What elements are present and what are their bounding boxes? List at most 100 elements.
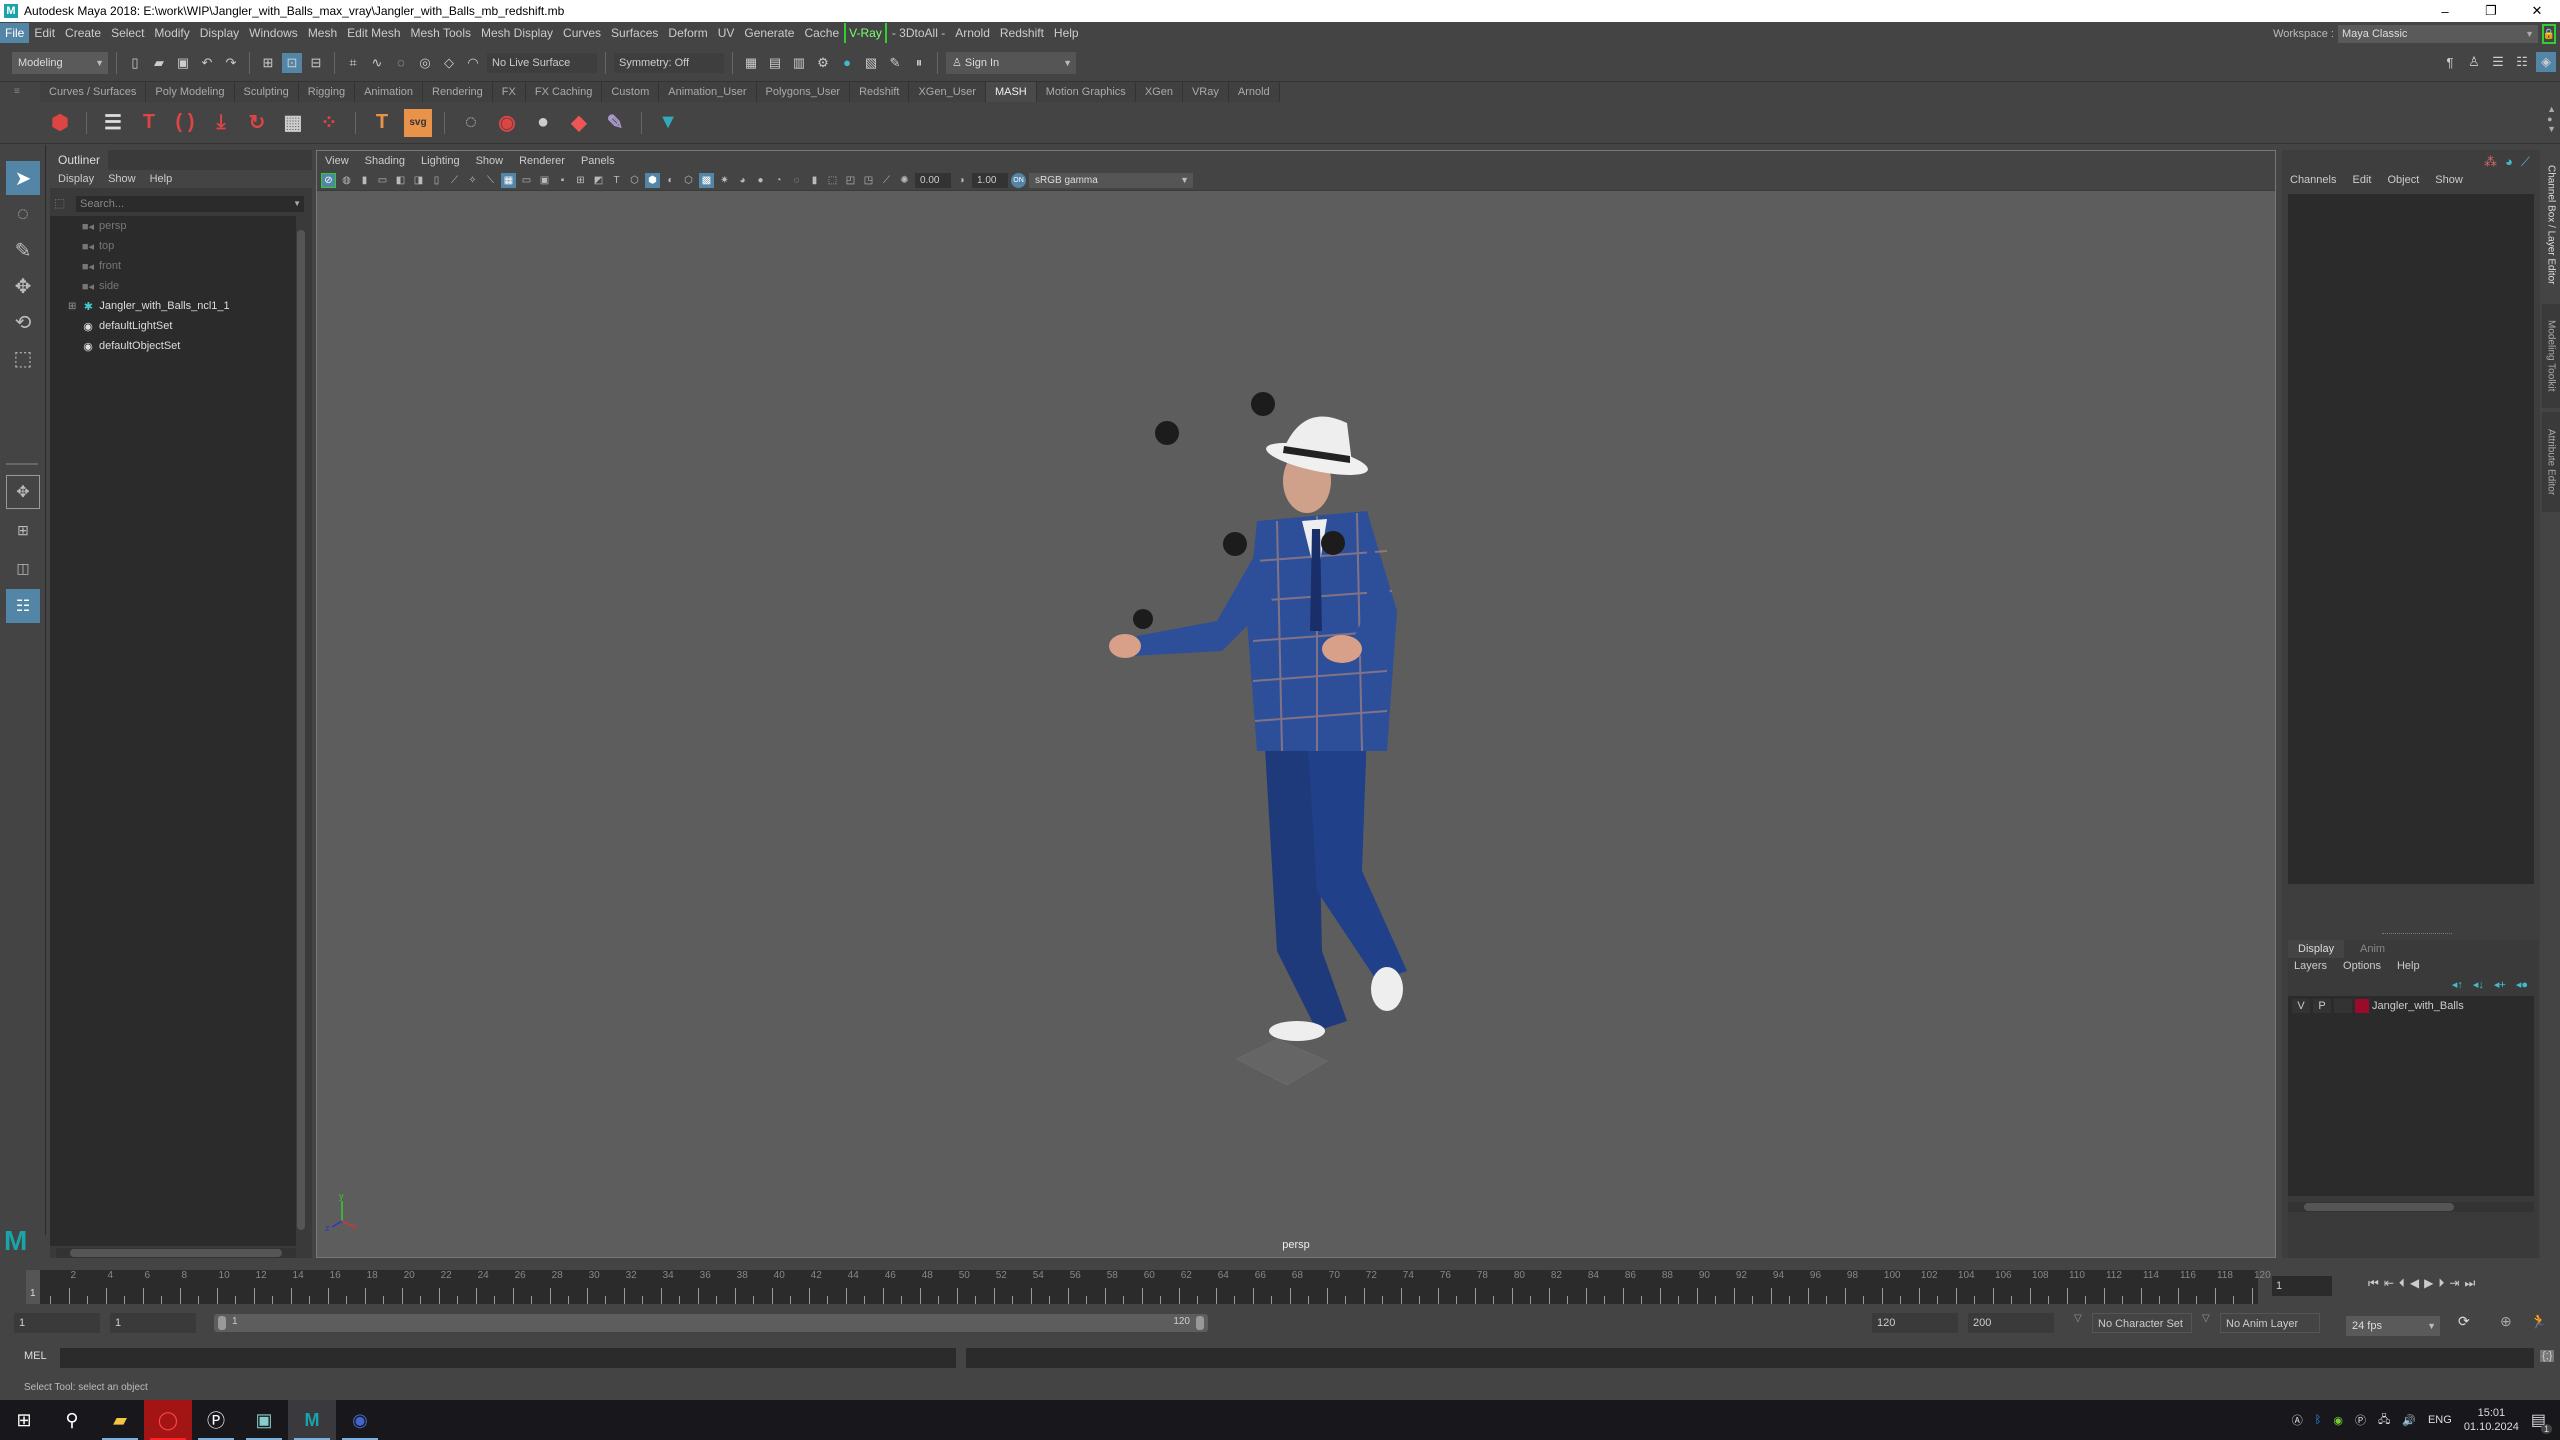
mash-sphere-icon[interactable]: ●	[529, 109, 557, 137]
camera-attributes-icon[interactable]: ◍	[339, 173, 354, 188]
taskbar-opera[interactable]: ◯	[144, 1400, 192, 1440]
anim-layer-dropdown[interactable]: No Anim Layer	[2220, 1313, 2320, 1333]
resolution-gate-icon[interactable]: ⟋	[447, 173, 462, 188]
side-tab-attribute-editor[interactable]: Attribute Editor	[2542, 412, 2560, 512]
layer-visibility-toggle[interactable]: V	[2292, 999, 2310, 1013]
menu-edit[interactable]: Edit	[29, 23, 60, 43]
mash-network-icon[interactable]: ⬢	[46, 109, 74, 137]
texture-icon[interactable]: T	[609, 173, 624, 188]
menu-mesh-display[interactable]: Mesh Display	[476, 23, 558, 43]
textured-icon[interactable]: ▩	[699, 173, 714, 188]
shelf-tab-sculpting[interactable]: Sculpting	[234, 82, 299, 102]
pan-zoom-icon[interactable]: ⊞	[573, 173, 588, 188]
mash-text-icon[interactable]: T	[135, 109, 163, 137]
single-perspective-view-icon[interactable]: ✥	[6, 475, 40, 509]
xray-joints-icon[interactable]: ◩	[591, 173, 606, 188]
save-scene-icon[interactable]: ▣	[173, 53, 193, 73]
menu-curves[interactable]: Curves	[558, 23, 606, 43]
new-layer-icon[interactable]: ◂+	[2494, 978, 2506, 991]
minimize-button[interactable]: –	[2422, 0, 2468, 22]
shelf-menu-icon[interactable]: ≡	[14, 86, 20, 97]
splitter-handle[interactable]	[2382, 933, 2452, 935]
xray-icon[interactable]: ◰	[843, 173, 858, 188]
smooth-shade-icon[interactable]: ⬢	[645, 173, 660, 188]
psiphon-tray-icon[interactable]: Ⓟ	[2355, 1412, 2366, 1428]
paint-select-tool-icon[interactable]: ✎	[6, 233, 40, 267]
persp-outliner-icon[interactable]: ◫	[6, 551, 40, 585]
film-gate-icon[interactable]: ▯	[429, 173, 444, 188]
layer-display-type-toggle[interactable]	[2334, 999, 2352, 1013]
play-forwards-icon[interactable]: ▶	[2424, 1276, 2433, 1291]
play-backwards-icon[interactable]: ◀	[2410, 1276, 2419, 1291]
animation-end-field[interactable]: 200	[1968, 1313, 2054, 1333]
go-to-end-icon[interactable]: ⏭	[2464, 1276, 2475, 1291]
side-tab-channel-box[interactable]: Channel Box / Layer Editor	[2542, 150, 2560, 300]
channel-box-icon[interactable]: ◈	[2536, 52, 2556, 72]
svg-tool-icon[interactable]: svg	[404, 108, 432, 137]
range-end-handle[interactable]	[1196, 1316, 1204, 1330]
manipulator-icon[interactable]: ⁂	[2484, 154, 2497, 170]
open-scene-icon[interactable]: ▰	[149, 53, 169, 73]
shelf-tab-polygons-user[interactable]: Polygons_User	[756, 82, 851, 102]
menu-3dtoall[interactable]: - 3DtoAll -	[887, 23, 950, 43]
character-set-arrow-icon[interactable]: ▽	[2074, 1313, 2082, 1324]
menu-mesh[interactable]: Mesh	[303, 23, 342, 43]
shadows-icon[interactable]: ◕	[735, 173, 750, 188]
menu-select[interactable]: Select	[106, 23, 149, 43]
maximize-button[interactable]: ❐	[2468, 0, 2514, 22]
layer-tab-display[interactable]: Display	[2288, 940, 2345, 958]
light-editor-icon[interactable]: ✎	[885, 53, 905, 73]
clock[interactable]: 15:01 01.10.2024	[2464, 1406, 2519, 1434]
shelf-tab-poly-modeling[interactable]: Poly Modeling	[146, 82, 235, 102]
viewport-panel[interactable]: View Shading Lighting Show Renderer Pane…	[316, 150, 2276, 1258]
time-slider-bar[interactable]: 1 2 4 6 8 10 12 14 16 18 20 22 24 26 28 30 32 34 36 38 40 42…	[26, 1270, 2271, 1304]
start-button[interactable]: ⊞	[0, 1400, 48, 1440]
anarchy-icon[interactable]: Ⓐ	[2292, 1412, 2303, 1428]
taskbar-maya[interactable]: M	[288, 1400, 336, 1440]
sign-in-button[interactable]: ♙ Sign In ▼	[946, 51, 1076, 74]
type-tool-icon[interactable]: T	[368, 109, 396, 137]
outliner-hscrollbar[interactable]	[56, 1248, 296, 1258]
shelf-tab-rigging[interactable]: Rigging	[298, 82, 356, 102]
shelf-tab-xgen-user[interactable]: XGen_User	[909, 82, 986, 102]
hypershade-icon[interactable]: ●	[837, 53, 857, 73]
depth-of-field-icon[interactable]: ▮	[807, 173, 822, 188]
outliner-item[interactable]: ■◂ front	[80, 256, 121, 276]
select-tool-icon[interactable]: ➤	[6, 161, 40, 195]
shelf-tab-curves-surfaces[interactable]: Curves / Surfaces	[40, 82, 147, 102]
move-layer-down-icon[interactable]: ◂↓	[2473, 978, 2484, 991]
current-time-marker[interactable]: 1	[26, 1270, 40, 1304]
menu-generate[interactable]: Generate	[739, 23, 799, 43]
auto-key-icon[interactable]: ⊕	[2500, 1313, 2512, 1330]
outliner-item[interactable]: ■◂ top	[80, 236, 114, 256]
symmetry-dropdown[interactable]: Symmetry: Off	[614, 52, 724, 73]
ipr-render-icon[interactable]: ▥	[789, 53, 809, 73]
mash-list-icon[interactable]: ☰	[99, 109, 127, 137]
menu-surfaces[interactable]: Surfaces	[606, 23, 663, 43]
shelf-tab-motion-graphics[interactable]: Motion Graphics	[1036, 82, 1136, 102]
step-back-frame-icon[interactable]: ⏴	[2399, 1276, 2405, 1291]
volume-icon[interactable]: 🔊	[2402, 1414, 2416, 1427]
live-surface-field[interactable]: No Live Surface	[487, 52, 597, 73]
anim-layer-arrow-icon[interactable]: ▽	[2202, 1313, 2210, 1324]
attribute-editor-icon[interactable]: ☰	[2488, 52, 2508, 72]
new-layer-selected-icon[interactable]: ◂●	[2516, 978, 2528, 991]
taskbar-explorer[interactable]: ▰	[96, 1400, 144, 1440]
taskbar-psiphon[interactable]: Ⓟ	[192, 1400, 240, 1440]
snap-grid-icon[interactable]: ⌗	[343, 53, 363, 73]
outliner-item[interactable]: ◉ defaultObjectSet	[80, 336, 180, 356]
menu-deform[interactable]: Deform	[663, 23, 712, 43]
shelf-tab-mash[interactable]: MASH	[985, 82, 1037, 102]
gamma-field[interactable]: 1.00	[972, 173, 1008, 188]
mash-brush-icon[interactable]: ✎	[601, 109, 629, 137]
character-set-dropdown[interactable]: No Character Set	[2092, 1313, 2192, 1333]
render-setup-icon[interactable]: ▧	[861, 53, 881, 73]
grid-icon[interactable]: ▦	[501, 173, 516, 188]
anim-preferences-icon[interactable]: 🏃	[2530, 1313, 2547, 1330]
menu-modify[interactable]: Modify	[149, 23, 194, 43]
animation-start-field[interactable]: 1	[14, 1313, 100, 1333]
mash-ring-icon[interactable]: ◉	[493, 109, 521, 137]
render-settings-icon[interactable]: ⚙	[813, 53, 833, 73]
snap-view-plane-icon[interactable]: ◇	[439, 53, 459, 73]
lasso-tool-icon[interactable]: ◌	[6, 197, 40, 231]
